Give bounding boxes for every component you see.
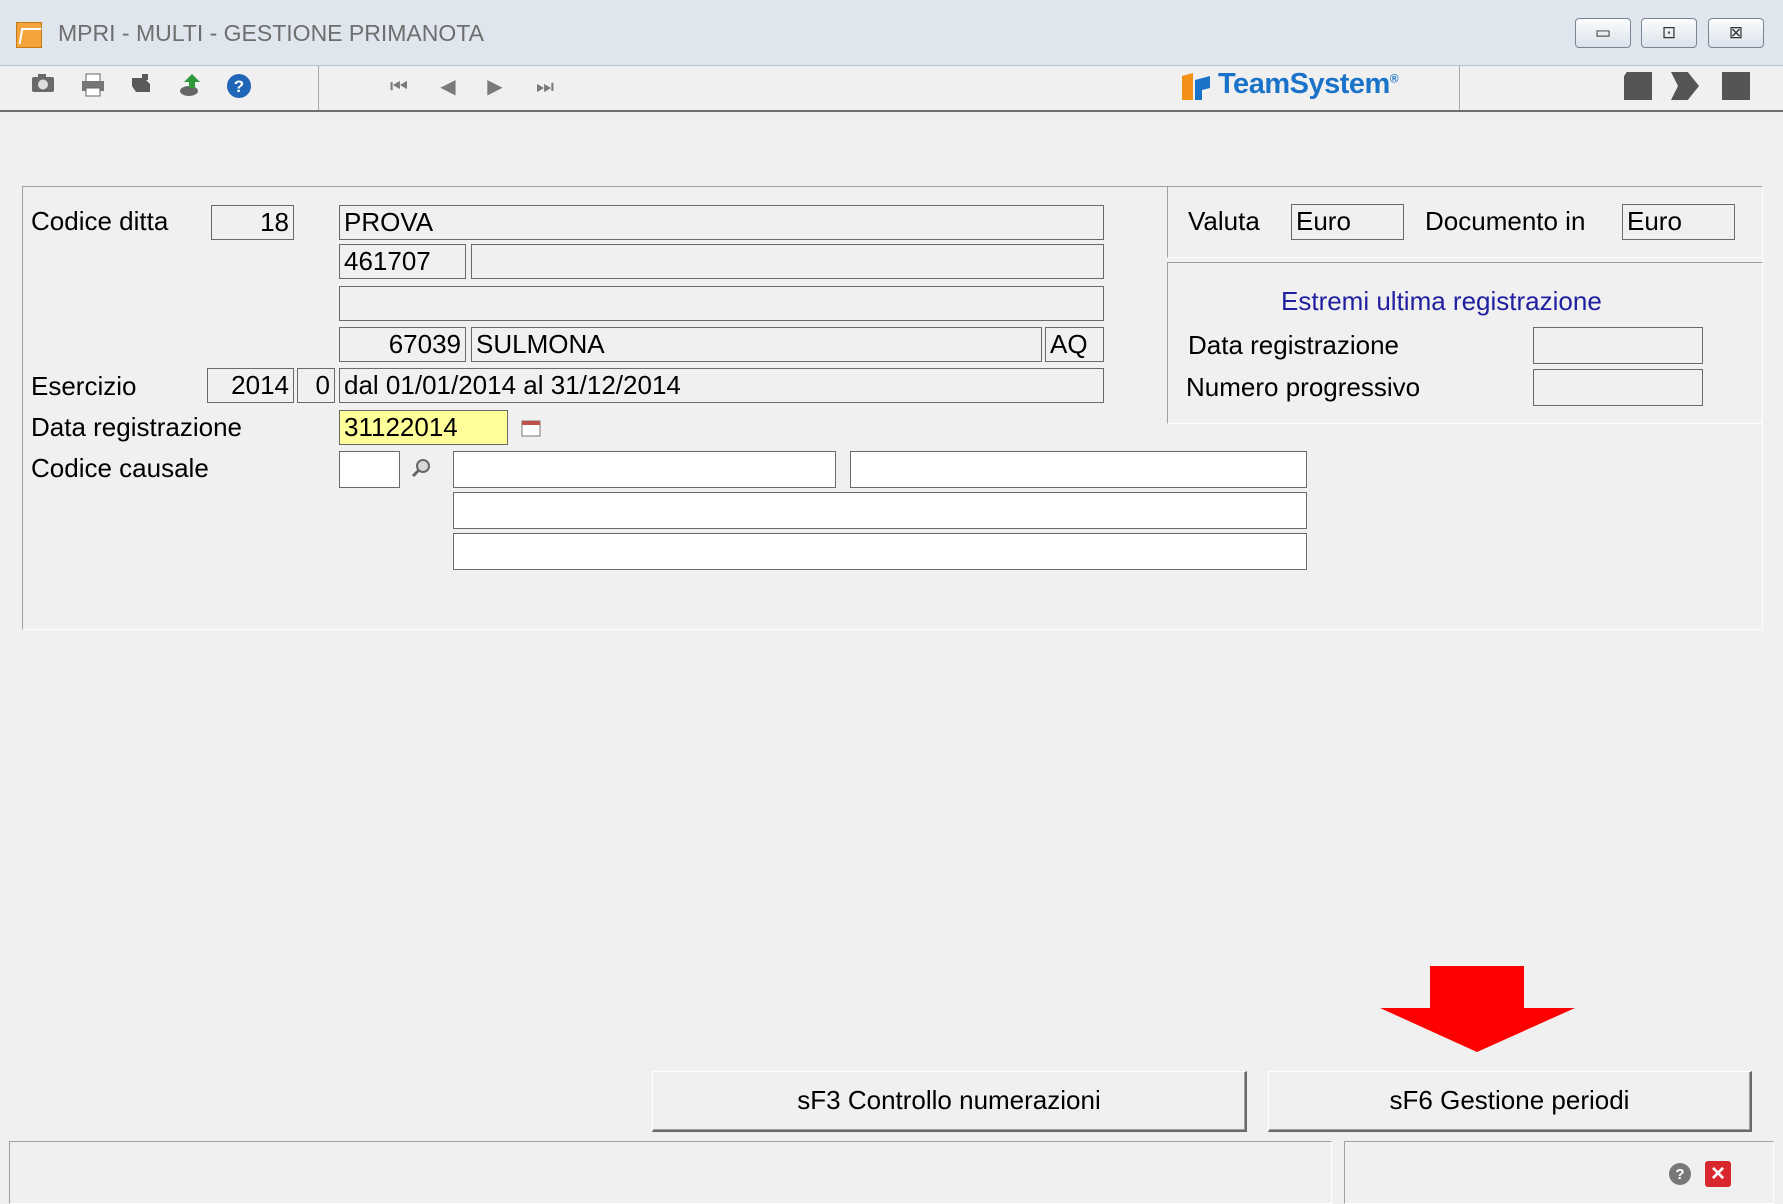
- codice-ditta-field[interactable]: 18: [211, 205, 294, 240]
- close-window-button[interactable]: ⊠: [1708, 18, 1764, 48]
- red-arrow-annotation: [1380, 966, 1575, 1052]
- calendar-icon[interactable]: [520, 417, 542, 439]
- teamsystem-logo-icon: [1179, 70, 1213, 104]
- ditta-code2-field: 461707: [339, 244, 466, 279]
- ditta-name-field: PROVA: [339, 205, 1104, 240]
- help-icon[interactable]: ?: [1668, 1162, 1692, 1186]
- last-record-button[interactable]: ⏭: [530, 72, 560, 102]
- stop-icon[interactable]: [1722, 72, 1750, 100]
- search-icon[interactable]: [410, 457, 432, 479]
- minimize-button[interactable]: ▭: [1575, 18, 1631, 48]
- valuta-label: Valuta: [1188, 206, 1260, 236]
- export-icon[interactable]: [176, 72, 206, 102]
- causale-desc2-field: [850, 451, 1307, 488]
- controllo-numerazioni-button[interactable]: sF3 Controllo numerazioni: [652, 1071, 1247, 1132]
- esercizio-year-field: 2014: [207, 368, 294, 403]
- document-icon[interactable]: [1624, 72, 1652, 100]
- ultima-data-field: [1533, 327, 1703, 364]
- province-field: AQ: [1045, 327, 1104, 362]
- toolbar-separator: [318, 66, 319, 110]
- ultima-numero-field: [1533, 369, 1703, 406]
- camera-icon[interactable]: [28, 72, 58, 102]
- next-record-button[interactable]: ▶: [480, 72, 510, 102]
- city-field: SULMONA: [471, 327, 1042, 362]
- window-title: MPRI - MULTI - GESTIONE PRIMANOTA: [58, 20, 484, 46]
- documento-in-label: Documento in: [1425, 206, 1586, 236]
- causale-desc3-field: [453, 492, 1307, 529]
- svg-text:?: ?: [1675, 1166, 1684, 1183]
- teamsystem-logo: TeamSystem®: [1218, 68, 1399, 100]
- maximize-button[interactable]: ⊡: [1641, 18, 1697, 48]
- codice-causale-label: Codice causale: [31, 453, 209, 483]
- printer-icon[interactable]: [78, 72, 108, 102]
- previous-record-button[interactable]: ◀: [433, 72, 463, 102]
- cap-field: 67039: [339, 327, 466, 362]
- codice-ditta-label: Codice ditta: [31, 206, 169, 236]
- svg-text:?: ?: [234, 77, 244, 96]
- esercizio-num-field: 0: [297, 368, 335, 403]
- ditta-address-field: [339, 286, 1104, 321]
- help-icon[interactable]: ?: [224, 72, 254, 102]
- documento-in-field: Euro: [1622, 204, 1735, 240]
- causale-desc1-field: [453, 451, 836, 488]
- ultima-numero-label: Numero progressivo: [1186, 372, 1421, 402]
- data-registrazione-label: Data registrazione: [31, 412, 242, 442]
- valuta-field: Euro: [1291, 204, 1404, 240]
- first-record-button[interactable]: ⏮: [384, 72, 414, 102]
- toolbar: [0, 66, 1783, 112]
- toolbar-separator: [1459, 66, 1460, 110]
- ditta-code2-extra-field: [471, 244, 1104, 279]
- status-bar-left: [9, 1141, 1332, 1204]
- gestione-periodi-button[interactable]: sF6 Gestione periodi: [1268, 1071, 1752, 1132]
- stamp-icon[interactable]: [126, 72, 156, 102]
- esercizio-range-field: dal 01/01/2014 al 31/12/2014: [339, 368, 1104, 403]
- esercizio-label: Esercizio: [31, 371, 137, 401]
- ultima-data-label: Data registrazione: [1188, 330, 1399, 360]
- data-registrazione-input[interactable]: 31122014: [339, 410, 508, 445]
- app-icon: [16, 22, 42, 48]
- close-icon[interactable]: ×: [1705, 1161, 1731, 1187]
- codice-causale-input[interactable]: [339, 451, 400, 488]
- ultima-registrazione-title: Estremi ultima registrazione: [1281, 286, 1602, 316]
- causale-desc4-field: [453, 533, 1307, 570]
